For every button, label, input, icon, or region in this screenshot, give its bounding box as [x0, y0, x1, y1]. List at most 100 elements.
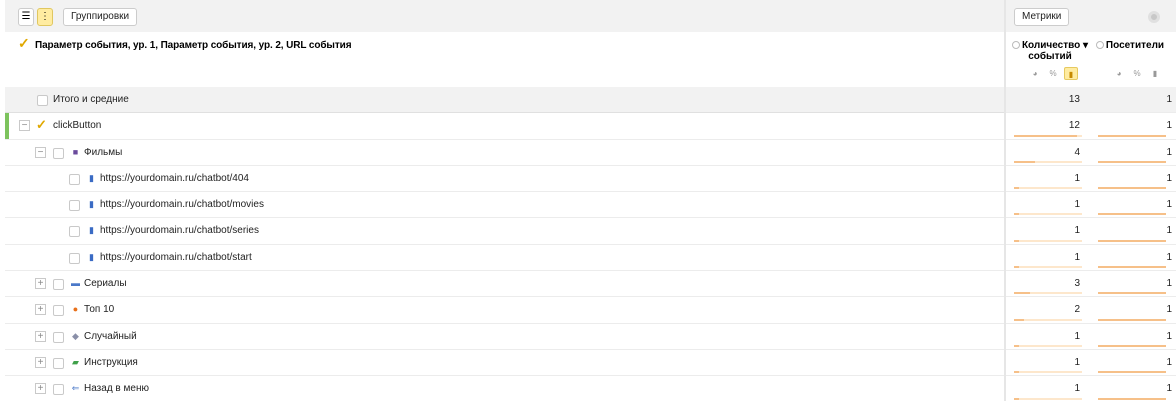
gear-icon[interactable] [1148, 11, 1160, 23]
events-bar-fill [1014, 318, 1025, 321]
row-label: https://yourdomain.ru/chatbot/movies [100, 199, 264, 211]
column-header-visitors[interactable]: Посетители [1094, 40, 1166, 51]
visitors-bar [1098, 160, 1166, 163]
percent-icon[interactable]: % [1130, 67, 1144, 80]
events-bar [1014, 239, 1082, 242]
visitors-bar [1098, 187, 1166, 190]
table-row[interactable]: + ▬ Сериалы [5, 271, 1004, 298]
row-checkbox[interactable] [69, 173, 80, 185]
list-view-button[interactable]: ☰ [18, 8, 34, 26]
collapse-toggle[interactable]: − [19, 120, 30, 132]
row-checkbox[interactable] [53, 279, 64, 291]
table-row[interactable]: + ⇐ Назад в меню [5, 376, 1004, 401]
metric-row: 41 [1006, 140, 1176, 166]
metric-row: 11 [1006, 166, 1176, 193]
column-header-events[interactable]: Количество ▾ событий [1010, 40, 1090, 62]
events-bar [1014, 344, 1082, 347]
row-label: Фильмы [84, 146, 123, 158]
visitors-bar [1098, 292, 1166, 295]
help-icon[interactable] [1011, 41, 1020, 49]
visitors-value: 1 [1166, 278, 1172, 290]
table-row[interactable]: + ◆ Случайный [5, 324, 1004, 350]
row-checkbox[interactable] [53, 331, 64, 343]
table-row[interactable]: + ▰ Инструкция [5, 350, 1004, 377]
row-checkbox-checked[interactable]: ✓ [36, 117, 47, 133]
events-value: 12 [1068, 120, 1080, 132]
tree-icon: ⋮ [40, 11, 50, 22]
visitors-bar [1098, 239, 1166, 242]
visitors-value: 1 [1166, 383, 1172, 395]
row-label: https://yourdomain.ru/chatbot/start [100, 251, 252, 263]
bar-chart-icon[interactable]: ▮ [1064, 67, 1078, 80]
events-bar-fill [1014, 134, 1077, 137]
expand-toggle[interactable]: + [35, 356, 46, 368]
bar-chart-icon[interactable]: ▮ [1148, 67, 1162, 80]
metric-row: 11 [1006, 376, 1176, 401]
visitors-bar-fill [1098, 239, 1166, 242]
metrics-header: Количество ▾ событий Посетители ◕ % ▮ ◕ … [1006, 32, 1176, 87]
events-bar-fill [1014, 292, 1030, 295]
table-row[interactable]: − ■ Фильмы [5, 140, 1004, 166]
visitors-value: 1 [1166, 304, 1172, 316]
visitors-bar-fill [1098, 371, 1166, 374]
events-value: 1 [1074, 330, 1080, 342]
pie-chart-icon[interactable]: ◕ [1112, 67, 1126, 80]
row-checkbox[interactable] [69, 200, 80, 212]
collapse-toggle[interactable]: − [35, 146, 46, 158]
events-bar [1014, 397, 1082, 400]
metric-row: 13 1 [1006, 87, 1176, 114]
back-icon: ⇐ [71, 383, 80, 394]
percent-icon[interactable]: % [1046, 67, 1060, 80]
pie-chart-icon[interactable]: ◕ [1028, 67, 1042, 80]
metrics-panel: Метрики Количество ▾ событий Посетители … [1006, 0, 1176, 401]
row-checkbox[interactable] [53, 147, 64, 159]
metric-row: 12 1 [1006, 113, 1176, 140]
table-row-total[interactable]: Итого и средние [5, 87, 1004, 114]
events-bar-fill [1014, 266, 1020, 269]
metrics-button[interactable]: Метрики [1014, 8, 1070, 26]
groupings-button[interactable]: Группировки [63, 8, 138, 26]
row-checkbox[interactable] [53, 384, 64, 396]
table-row[interactable]: ▮ https://yourdomain.ru/chatbot/movies [5, 192, 1004, 219]
events-value: 4 [1074, 146, 1080, 158]
toolbar: ☰ ⋮ Группировки [5, 0, 1004, 32]
events-value: 2 [1074, 304, 1080, 316]
row-checkbox[interactable] [69, 226, 80, 238]
visitors-value: 1 [1166, 251, 1172, 263]
events-bar [1014, 160, 1082, 163]
page-icon: ▮ [89, 225, 94, 236]
dimension-title[interactable]: Параметр события, ур. 1, Параметр событи… [35, 40, 352, 51]
row-checkbox[interactable] [53, 357, 64, 369]
tree-view-button[interactable]: ⋮ [37, 8, 53, 26]
table-row[interactable]: ▮ https://yourdomain.ru/chatbot/404 [5, 166, 1004, 193]
expand-toggle[interactable]: + [35, 304, 46, 316]
select-all-checkbox[interactable]: ✓ [18, 35, 30, 52]
events-value: 1 [1074, 199, 1080, 211]
metric-row: 11 [1006, 324, 1176, 350]
help-icon[interactable] [1095, 41, 1104, 49]
events-bar-fill [1014, 160, 1036, 163]
events-value: 1 [1074, 356, 1080, 368]
table-row[interactable]: − ✓ clickButton [5, 113, 1004, 140]
visitors-bar-fill [1098, 344, 1166, 347]
table-row[interactable]: + ● Топ 10 [5, 297, 1004, 324]
visitors-bar [1098, 134, 1166, 137]
events-bar [1014, 187, 1082, 190]
fire-icon: ● [72, 304, 79, 315]
table-row[interactable]: ▮ https://yourdomain.ru/chatbot/series [5, 218, 1004, 245]
table-row[interactable]: ▮ https://yourdomain.ru/chatbot/start [5, 245, 1004, 272]
active-row-marker [5, 113, 9, 139]
row-checkbox[interactable] [69, 252, 80, 264]
expand-toggle[interactable]: + [35, 330, 46, 342]
row-checkbox[interactable] [53, 305, 64, 317]
metric-rows: 13 1 12 1 4 1 1 1 1 1 1 1 1 1 3 1 2 1 1 1 1 1 1 1 [1006, 87, 1176, 401]
row-label: Сериалы [84, 278, 127, 290]
visitors-value: 1 [1166, 356, 1172, 368]
row-label: https://yourdomain.ru/chatbot/404 [100, 172, 249, 184]
events-value: 13 [1068, 94, 1080, 105]
expand-toggle[interactable]: + [35, 278, 46, 290]
visitors-bar-fill [1098, 213, 1166, 216]
row-checkbox[interactable] [37, 95, 48, 106]
visitors-view-icons: ◕ % ▮ [1112, 67, 1162, 80]
expand-toggle[interactable]: + [35, 383, 46, 395]
